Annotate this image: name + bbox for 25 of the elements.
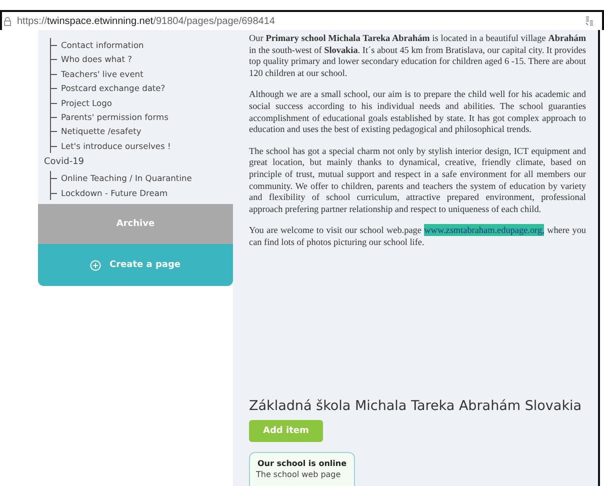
card-title: Our school is online (256, 459, 348, 468)
sidebar-item[interactable]: Netiquette /esafety (51, 124, 223, 139)
sidebar-item[interactable]: Project Logo (51, 96, 223, 110)
sidebar-item[interactable]: Teachers' live event (51, 66, 223, 82)
paragraph: Our Primary school Michala Tareka Abrahám is located in a beautiful village Abrahám in the south-west of Slovakia. It´s about 45 km from Bratislava, our capital city. It provides top quality primary and lower secondary education for children aged 6 -15. There are about 120 children at our school. (249, 33, 586, 80)
sidebar-item[interactable]: Let's introduce ourselves ! (51, 138, 223, 154)
paragraph: Although we are a small school, our aim is to prepare the child well for his academic and social success according to his individual needs and abilities. The school guaranties accomplishment of educational goals established by state. It has got complex approach to education and uses the best of existing pedagogical and philosophical trends. (249, 89, 586, 136)
lock-icon (4, 16, 11, 26)
sidebar-item[interactable]: Who does what ? (51, 52, 223, 67)
section-title: Základná škola Michala Tareka Abrahám Slovakia (249, 398, 582, 414)
address-bar[interactable]: https://twinspace.etwinning.net/91804/pages/page/698414 (0, 10, 604, 30)
item-card[interactable]: Our school is online The school web page (249, 452, 355, 486)
card-text: The school web page (256, 470, 342, 479)
sidebar-item[interactable]: Contact information (51, 38, 223, 52)
paragraph: You are welcome to visit our school web.page www.zsmtabraham.edupage.org, where you can find lots of photos picturing our school life. (249, 225, 586, 248)
url-text: https://twinspace.etwinning.net/91804/pages/page/698414 (17, 16, 276, 26)
sidebar-item[interactable]: Lockdown - Future Dream (51, 186, 223, 200)
reader-icon[interactable] (585, 16, 594, 26)
paragraph: The school has got a special charm not only by stylish interior design, ICT equipment and great location, but mainly thanks to dynamical, creative, friendly climate, based on principle of trust, mutual support and respect in a safe environment for all members our community. We offer to children, parents and teachers the system of education by variety and flexibility of school curriculum, attractive prepared environment, professional approach prefering partner relationship and respect to uniqueness of each child. (249, 146, 586, 216)
sidebar-item[interactable]: Covid-19 (44, 157, 223, 168)
sidebar-item[interactable]: Parents' permission forms (51, 110, 223, 124)
sidebar-item[interactable]: Postcard exchange date? (51, 81, 223, 96)
plus-circle-icon (90, 260, 102, 270)
sidebar-item[interactable]: Online Teaching / In Quarantine (51, 171, 223, 186)
website-link[interactable]: www.zsmtabraham.edupage.org, (424, 224, 544, 236)
